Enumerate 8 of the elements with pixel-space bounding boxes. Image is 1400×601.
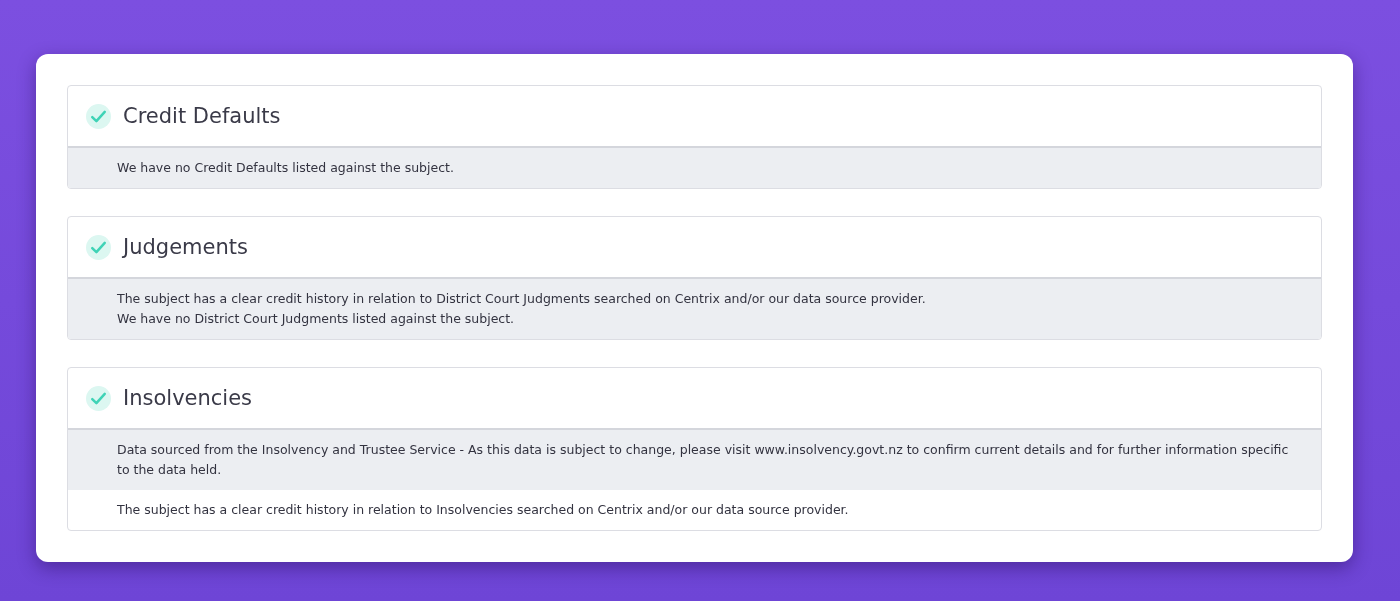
info-text: Data sourced from the Insolvency and Trustee Service - As this data is subject to change, please visit www.insolvency.govt.nz to confirm current details and for further information specific to the data held.	[117, 441, 1290, 479]
section-title: Judgements	[123, 235, 248, 259]
section-title: Credit Defaults	[123, 104, 281, 128]
info-text: We have no Credit Defaults listed against the subject.	[117, 159, 455, 177]
info-text: We have no District Court Judgments listed against the subject.	[117, 310, 516, 328]
section-title: Insolvencies	[123, 386, 253, 410]
info-text: The subject has a clear credit history in relation to District Court Judgments searched on Centrix and/or our data source provider.	[117, 290, 927, 308]
info-text: The subject has a clear credit history in relation to Insolvencies searched on Centrix and/or our data source provider.	[117, 501, 850, 519]
